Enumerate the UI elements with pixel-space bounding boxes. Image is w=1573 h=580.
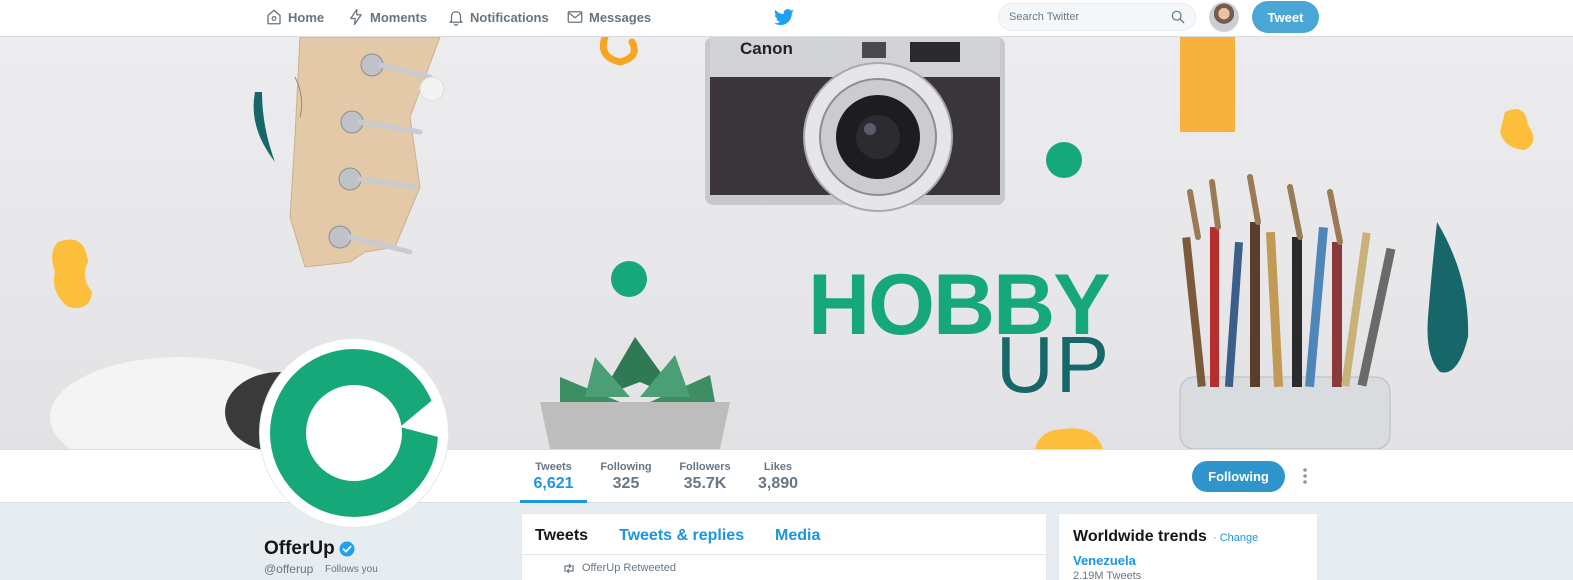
envelope-icon (567, 11, 583, 23)
camera-image: Canon (705, 37, 1005, 212)
trends-panel: Worldwide trends · Change Venezuela 2.19… (1058, 513, 1318, 580)
more-options-icon[interactable] (1300, 466, 1310, 486)
tweet-button[interactable]: Tweet (1252, 1, 1319, 33)
profile-banner[interactable]: Canon HOBBY UP (0, 37, 1573, 449)
profile-stats-bar: Tweets 6,621 Following 325 Followers 35.… (0, 449, 1573, 503)
stat-tweets[interactable]: Tweets 6,621 (520, 461, 587, 493)
retweet-context: OfferUp Retweeted (562, 562, 676, 574)
stat-following-value: 325 (612, 475, 640, 492)
teal-blob (253, 92, 275, 162)
nav-home-label: Home (288, 9, 325, 25)
timeline-tabs: Tweets Tweets & replies Media (522, 514, 1048, 555)
nav-moments[interactable]: Moments (347, 8, 427, 26)
yellow-paint-stroke (1180, 37, 1235, 132)
retweet-icon (564, 563, 574, 573)
active-tab-indicator (520, 500, 587, 503)
tab-tweets-replies[interactable]: Tweets & replies (619, 527, 744, 545)
trend-item-count: 2.19M Tweets (1073, 570, 1142, 580)
retweet-label[interactable]: OfferUp Retweeted (582, 562, 676, 574)
home-icon (267, 9, 281, 25)
stat-likes-value: 3,890 (757, 475, 799, 492)
tab-media[interactable]: Media (775, 527, 820, 545)
trends-title: Worldwide trends (1073, 528, 1207, 545)
profile-name: OfferUp (264, 538, 355, 560)
stat-followers-label: Followers (679, 461, 731, 473)
verified-badge-icon (339, 541, 355, 557)
nav-home[interactable]: Home (265, 8, 324, 26)
stat-likes[interactable]: Likes 3,890 (752, 461, 804, 493)
nav-messages-label: Messages (589, 9, 652, 25)
tab-tweets[interactable]: Tweets (535, 527, 588, 545)
search-box (998, 3, 1196, 31)
guitar-headstock-image (289, 37, 445, 268)
top-navigation-bar: Home Moments Notifications Messages Twee… (0, 0, 1573, 37)
nav-moments-label: Moments (370, 9, 428, 25)
stat-following[interactable]: Following 325 (594, 461, 658, 493)
succulent-image (540, 337, 730, 449)
following-button[interactable]: Following (1192, 461, 1285, 492)
search-icon[interactable] (1171, 10, 1185, 24)
bell-icon (449, 11, 463, 26)
nav-messages[interactable]: Messages (566, 8, 651, 26)
green-dot (611, 261, 647, 297)
trend-item-name[interactable]: Venezuela (1073, 553, 1136, 568)
offerup-logo (270, 349, 446, 517)
green-dot-2 (1046, 142, 1082, 178)
follows-you-badge: Follows you (322, 563, 381, 576)
lightning-icon (350, 8, 362, 26)
search-input[interactable] (1009, 9, 1169, 25)
svg-text:Canon: Canon (740, 39, 793, 58)
stat-likes-label: Likes (763, 461, 793, 473)
stat-following-label: Following (600, 461, 652, 473)
trends-change-link[interactable]: · Change (1213, 532, 1258, 544)
banner-subheadline: UP (996, 320, 1112, 409)
profile-handle: @offerup (264, 562, 314, 576)
profile-name-text: OfferUp (264, 538, 335, 559)
paintbrush-jar-image (1179, 174, 1396, 449)
timeline-panel: Tweets Tweets & replies Media OfferUp Re… (521, 513, 1048, 580)
stat-followers[interactable]: Followers 35.7K (673, 461, 737, 493)
twitter-bird-icon[interactable] (773, 9, 795, 27)
stat-tweets-value: 6,621 (533, 475, 574, 492)
stat-followers-value: 35.7K (683, 475, 727, 492)
yellow-blob (52, 239, 92, 308)
stat-tweets-label: Tweets (535, 461, 572, 473)
nav-notifications-label: Notifications (470, 9, 549, 25)
profile-avatar[interactable] (259, 338, 449, 528)
user-avatar[interactable] (1209, 2, 1239, 32)
banner-illustration: Canon (50, 37, 1534, 449)
orange-squiggle (599, 37, 638, 66)
nav-notifications[interactable]: Notifications (447, 8, 549, 26)
